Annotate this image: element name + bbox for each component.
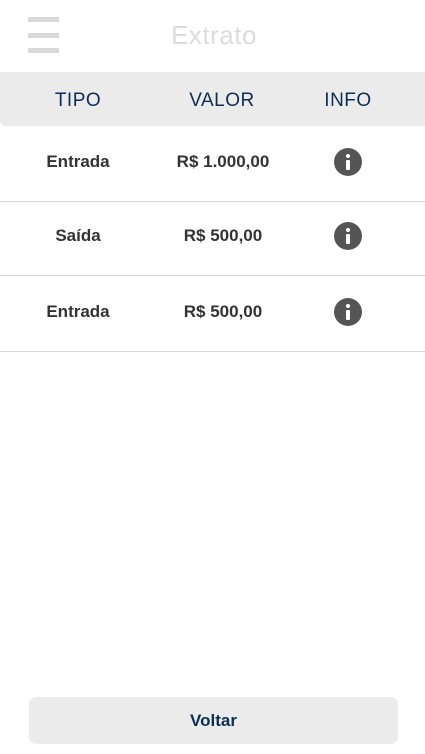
info-icon-dot	[346, 154, 350, 158]
extrato-screen: Extrato TIPO VALOR INFO Entrada R$ 1.000…	[0, 0, 425, 754]
row-tipo: Entrada	[46, 152, 110, 171]
row-valor: R$ 500,00	[183, 302, 263, 321]
column-header-tipo: TIPO	[54, 90, 102, 111]
table-header: TIPO VALOR INFO	[0, 72, 425, 126]
info-icon-bar	[346, 234, 350, 244]
column-header-info: INFO	[324, 90, 372, 111]
table-row: Entrada R$ 1.000,00	[0, 126, 425, 202]
table-row: Entrada R$ 500,00	[0, 276, 425, 352]
table-row: Saída R$ 500,00	[0, 200, 425, 276]
column-header-valor: VALOR	[189, 90, 255, 111]
info-icon-dot	[346, 304, 350, 308]
info-icon-bar	[346, 160, 350, 170]
app-header: Extrato	[0, 0, 425, 72]
row-valor: R$ 500,00	[183, 226, 263, 245]
info-icon-bar	[346, 310, 350, 320]
info-icon[interactable]	[334, 298, 362, 326]
page-title: Extrato	[171, 20, 257, 50]
info-icon-dot	[346, 228, 350, 232]
row-valor: R$ 1.000,00	[176, 152, 270, 171]
back-button[interactable]: Voltar	[29, 697, 398, 744]
row-tipo: Entrada	[46, 302, 110, 321]
info-icon[interactable]	[334, 148, 362, 176]
row-tipo: Saída	[55, 226, 101, 245]
info-icon[interactable]	[334, 222, 362, 250]
